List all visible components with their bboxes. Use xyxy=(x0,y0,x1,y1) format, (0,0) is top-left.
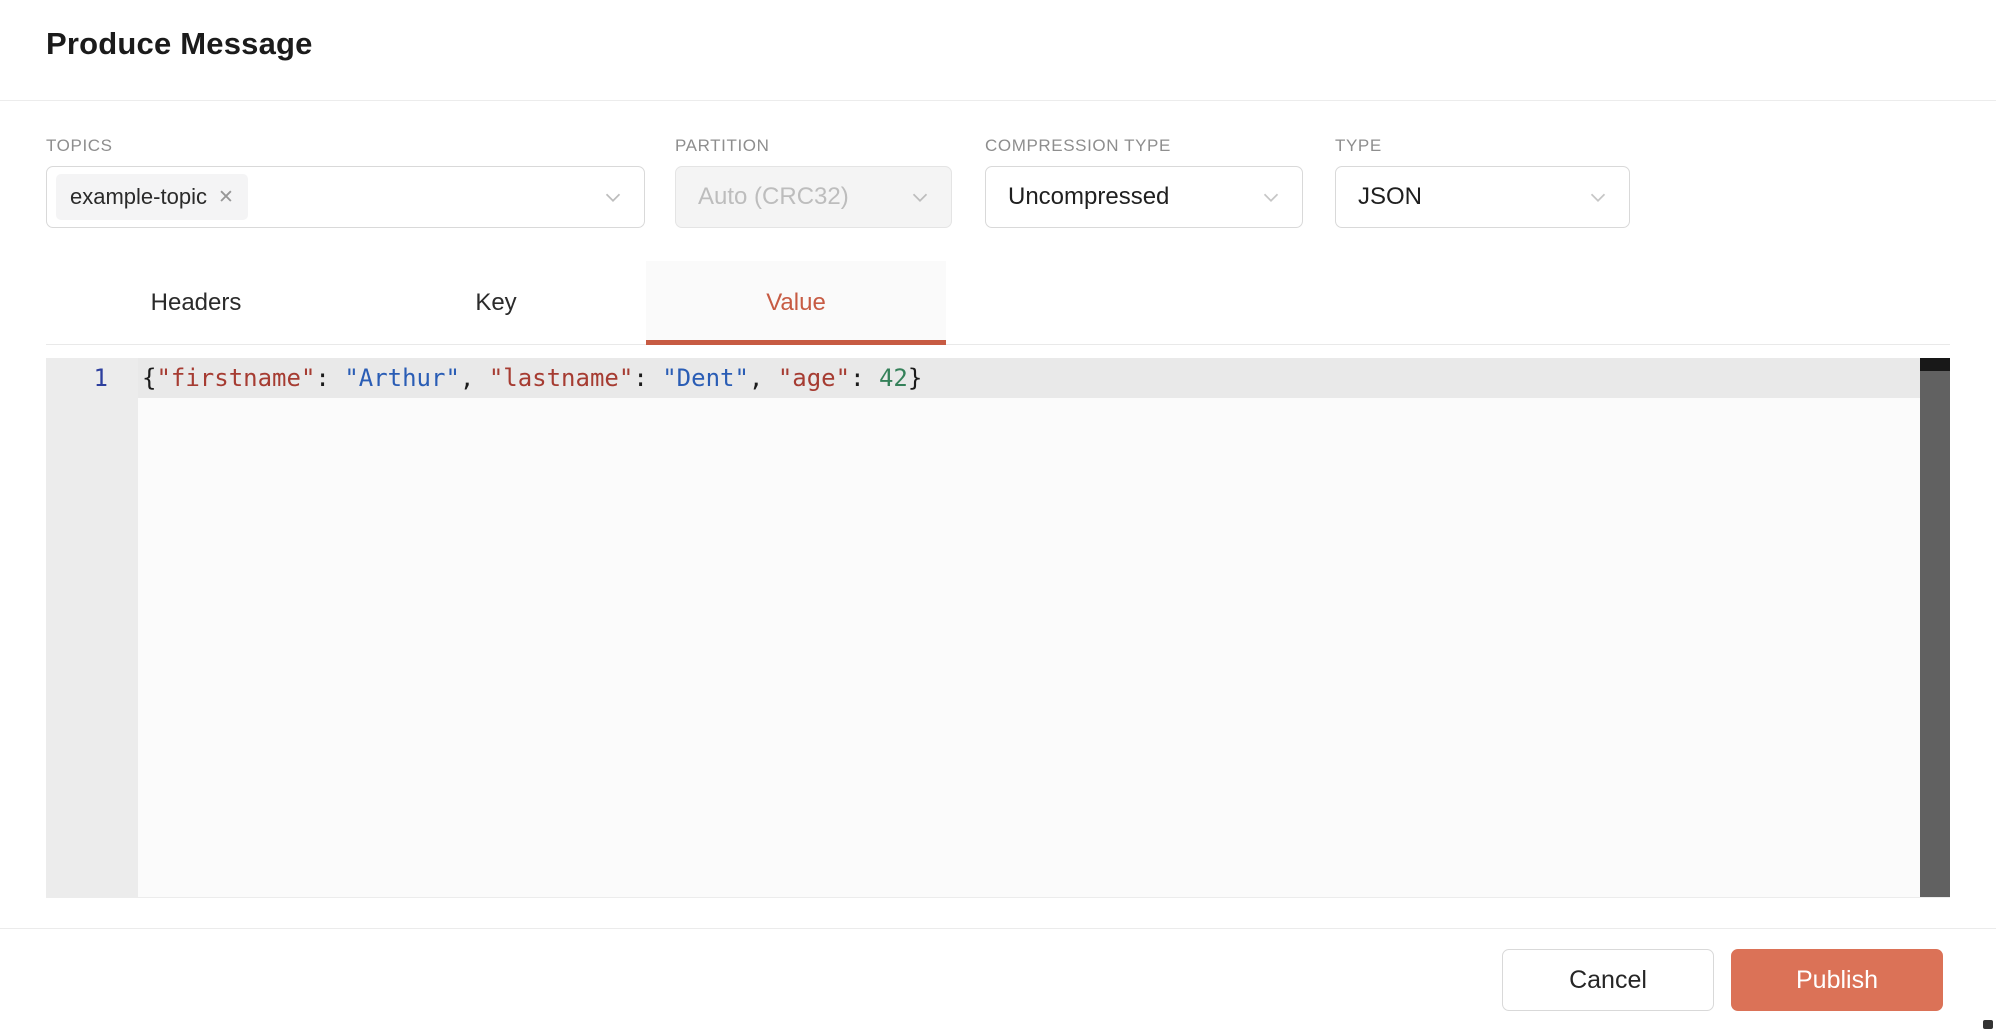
code-token: "lastname" xyxy=(489,364,634,392)
code-token: 42 xyxy=(879,364,908,392)
compression-select[interactable]: Uncompressed xyxy=(985,166,1303,228)
remove-tag-icon[interactable]: ✕ xyxy=(218,186,234,209)
code-token: "age" xyxy=(778,364,850,392)
chevron-down-icon xyxy=(600,184,626,210)
code-token: : xyxy=(315,364,344,392)
code-token: { xyxy=(142,364,156,392)
code-token: } xyxy=(908,364,922,392)
compression-label: COMPRESSION TYPE xyxy=(985,136,1171,156)
topic-tag-label: example-topic xyxy=(70,184,207,210)
scrollbar-thumb[interactable] xyxy=(1920,358,1950,371)
tab-headers[interactable]: Headers xyxy=(46,261,346,344)
dialog-header: Produce Message xyxy=(0,0,1996,101)
active-tab-underline xyxy=(646,340,946,345)
chevron-down-icon xyxy=(1585,184,1611,210)
chevron-down-icon xyxy=(1258,184,1284,210)
code-token: , xyxy=(749,364,778,392)
code-token: : xyxy=(633,364,662,392)
cancel-button[interactable]: Cancel xyxy=(1502,949,1714,1011)
type-select[interactable]: JSON xyxy=(1335,166,1630,228)
message-tabs: Headers Key Value xyxy=(46,261,1950,345)
tab-value[interactable]: Value xyxy=(646,261,946,344)
type-label: TYPE xyxy=(1335,136,1382,156)
cursor-artifact xyxy=(1983,1020,1993,1029)
tab-key[interactable]: Key xyxy=(346,261,646,344)
code-token: "Dent" xyxy=(662,364,749,392)
publish-button[interactable]: Publish xyxy=(1731,949,1943,1011)
line-number: 1 xyxy=(46,358,108,398)
editor-gutter xyxy=(46,358,138,897)
topics-label: TOPICS xyxy=(46,136,113,156)
topic-tag: example-topic ✕ xyxy=(56,174,248,220)
partition-value: Auto (CRC32) xyxy=(676,183,849,211)
page-title: Produce Message xyxy=(46,26,313,62)
code-token: "firstname" xyxy=(156,364,315,392)
code-token: : xyxy=(850,364,879,392)
partition-label: PARTITION xyxy=(675,136,770,156)
code-token: , xyxy=(460,364,489,392)
type-value: JSON xyxy=(1336,183,1422,211)
editor-scrollbar[interactable] xyxy=(1920,358,1950,897)
dialog-footer: Cancel Publish xyxy=(0,928,1996,1032)
code-token: "Arthur" xyxy=(344,364,460,392)
chevron-down-icon xyxy=(907,184,933,210)
value-code-editor[interactable]: 1 {"firstname": "Arthur", "lastname": "D… xyxy=(46,358,1950,898)
produce-message-dialog: Produce Message TOPICS PARTITION COMPRES… xyxy=(0,0,1996,1032)
topics-select[interactable]: example-topic ✕ xyxy=(46,166,645,228)
code-line[interactable]: {"firstname": "Arthur", "lastname": "Den… xyxy=(142,358,922,398)
partition-select: Auto (CRC32) xyxy=(675,166,952,228)
compression-value: Uncompressed xyxy=(986,183,1169,211)
